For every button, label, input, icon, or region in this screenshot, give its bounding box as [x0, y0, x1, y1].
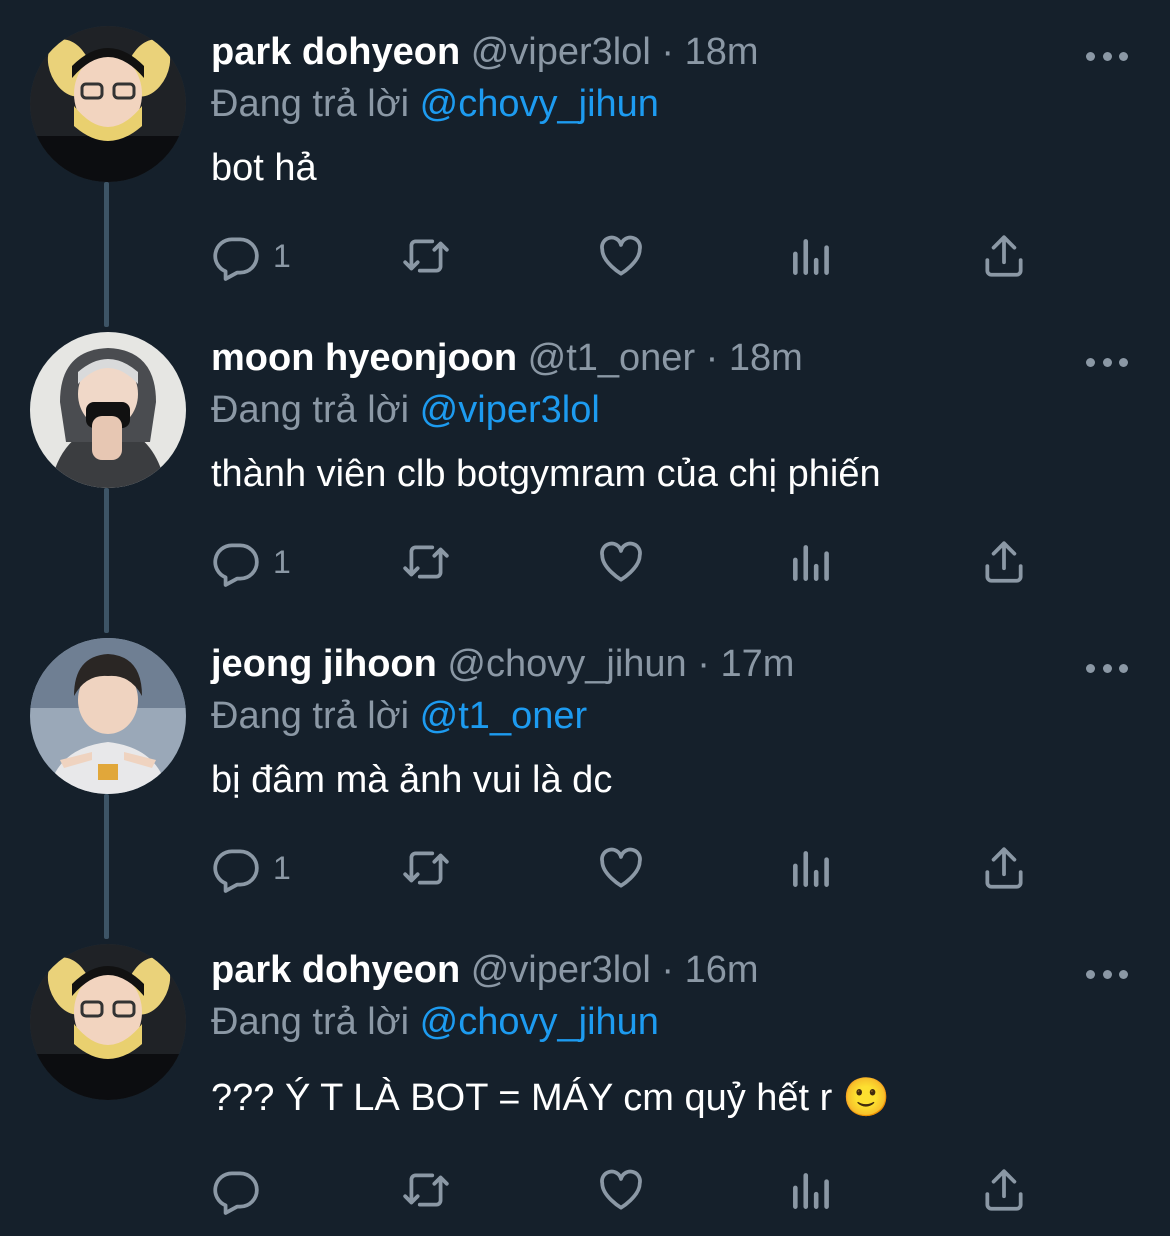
like-icon — [600, 847, 642, 888]
replying-to-label: Đang trả lời — [211, 389, 410, 431]
tweet-text: thành viên clb botgymram của chị phiến — [211, 453, 881, 495]
replying-to: Đang trả lời @chovy_jihun — [211, 996, 1091, 1048]
tweet-header: park dohyeon @viper3lol · 18m — [211, 26, 1091, 78]
more-options-icon[interactable] — [1086, 658, 1128, 678]
like-icon — [600, 1169, 642, 1210]
views-button[interactable] — [787, 1160, 837, 1220]
tweet-content: park dohyeon @viper3lol · 18m Đang trả l… — [211, 26, 1091, 194]
views-button[interactable] — [787, 838, 837, 898]
replying-to-label: Đang trả lời — [211, 83, 410, 125]
retweet-icon — [403, 1173, 449, 1207]
reply-icon — [213, 1171, 259, 1215]
tweet-header: park dohyeon @viper3lol · 16m — [211, 944, 1091, 996]
author-name[interactable]: jeong jihoon — [211, 643, 437, 685]
timestamp[interactable]: 18m — [729, 337, 803, 379]
tweet-actions: 1 — [211, 532, 1051, 592]
tweet-actions: 1 — [211, 838, 1051, 898]
retweet-icon — [403, 545, 449, 579]
like-button[interactable] — [596, 1160, 646, 1220]
avatar[interactable] — [30, 26, 186, 182]
tweet-content: moon hyeonjoon @t1_oner · 18m Đang trả l… — [211, 332, 1091, 500]
replying-to-label: Đang trả lời — [211, 695, 410, 737]
retweet-icon — [403, 239, 449, 273]
tweet-content: park dohyeon @viper3lol · 16m Đang trả l… — [211, 944, 1091, 1124]
avatar[interactable] — [30, 944, 186, 1100]
avatar[interactable] — [30, 332, 186, 488]
views-button[interactable] — [787, 226, 837, 286]
share-button[interactable] — [979, 532, 1029, 592]
views-icon — [793, 1173, 829, 1209]
more-options-icon[interactable] — [1086, 46, 1128, 66]
tweet[interactable]: park dohyeon @viper3lol · 16m Đang trả l… — [0, 944, 1170, 1234]
timestamp[interactable]: 17m — [720, 643, 794, 685]
replying-to: Đang trả lời @viper3lol — [211, 384, 1091, 436]
like-button[interactable] — [596, 226, 646, 286]
separator: · — [697, 643, 710, 685]
replying-to-label: Đang trả lời — [211, 1001, 410, 1043]
share-button[interactable] — [979, 838, 1029, 898]
reply-icon — [213, 543, 259, 587]
separator: · — [661, 949, 675, 991]
reply-mention-link[interactable]: @viper3lol — [420, 389, 600, 431]
author-handle[interactable]: @viper3lol — [471, 949, 651, 991]
tweet-text: bị đâm mà ảnh vui là dc — [211, 759, 613, 801]
views-icon — [793, 545, 829, 581]
share-button[interactable] — [979, 226, 1029, 286]
views-button[interactable] — [787, 532, 837, 592]
author-handle[interactable]: @viper3lol — [471, 31, 651, 73]
tweet-actions — [211, 1160, 1051, 1220]
retweet-button[interactable] — [401, 838, 451, 898]
reply-button[interactable]: 1 — [211, 226, 291, 286]
share-icon — [985, 847, 1023, 889]
reply-mention-link[interactable]: @chovy_jihun — [420, 1001, 659, 1043]
author-handle[interactable]: @chovy_jihun — [447, 643, 686, 685]
reply-mention-link[interactable]: @t1_oner — [420, 695, 587, 737]
tweet-text: ??? Ý T LÀ BOT = MÁY cm quỷ hết r 🙂 — [211, 1077, 891, 1119]
like-button[interactable] — [596, 532, 646, 592]
replying-to: Đang trả lời @t1_oner — [211, 690, 1091, 742]
timestamp[interactable]: 18m — [685, 31, 759, 73]
tweet-content: jeong jihoon @chovy_jihun · 17m Đang trả… — [211, 638, 1091, 806]
reply-icon — [213, 849, 259, 893]
share-button[interactable] — [979, 1160, 1029, 1220]
views-icon — [793, 239, 829, 275]
author-name[interactable]: park dohyeon — [211, 31, 460, 73]
reply-mention-link[interactable]: @chovy_jihun — [420, 83, 659, 125]
reply-button[interactable]: 1 — [211, 532, 291, 592]
like-icon — [600, 541, 642, 582]
reply-button[interactable]: 1 — [211, 838, 291, 898]
views-icon — [793, 851, 829, 887]
share-icon — [985, 1169, 1023, 1211]
share-icon — [985, 235, 1023, 277]
tweet-text: bot hả — [211, 147, 317, 189]
retweet-button[interactable] — [401, 226, 451, 286]
like-icon — [600, 235, 642, 276]
reply-count: 1 — [273, 237, 291, 274]
tweet[interactable]: moon hyeonjoon @t1_oner · 18m Đang trả l… — [0, 332, 1170, 612]
retweet-icon — [403, 851, 449, 885]
tweet-header: moon hyeonjoon @t1_oner · 18m — [211, 332, 1091, 384]
reply-count: 1 — [273, 543, 291, 580]
separator: · — [705, 337, 719, 379]
more-options-icon[interactable] — [1086, 964, 1128, 984]
separator: · — [661, 31, 675, 73]
timestamp[interactable]: 16m — [685, 949, 759, 991]
reply-count: 1 — [273, 849, 291, 886]
retweet-button[interactable] — [401, 1160, 451, 1220]
tweet[interactable]: jeong jihoon @chovy_jihun · 17m Đang trả… — [0, 638, 1170, 918]
like-button[interactable] — [596, 838, 646, 898]
avatar[interactable] — [30, 638, 186, 794]
tweet-header: jeong jihoon @chovy_jihun · 17m — [211, 638, 1091, 690]
replying-to: Đang trả lời @chovy_jihun — [211, 78, 1091, 130]
more-options-icon[interactable] — [1086, 352, 1128, 372]
retweet-button[interactable] — [401, 532, 451, 592]
tweet-actions: 1 — [211, 226, 1051, 286]
author-name[interactable]: park dohyeon — [211, 949, 460, 991]
reply-button[interactable] — [211, 1160, 273, 1220]
author-name[interactable]: moon hyeonjoon — [211, 337, 517, 379]
tweet[interactable]: park dohyeon @viper3lol · 18m Đang trả l… — [0, 26, 1170, 306]
author-handle[interactable]: @t1_oner — [528, 337, 695, 379]
reply-icon — [213, 237, 259, 281]
share-icon — [985, 541, 1023, 583]
